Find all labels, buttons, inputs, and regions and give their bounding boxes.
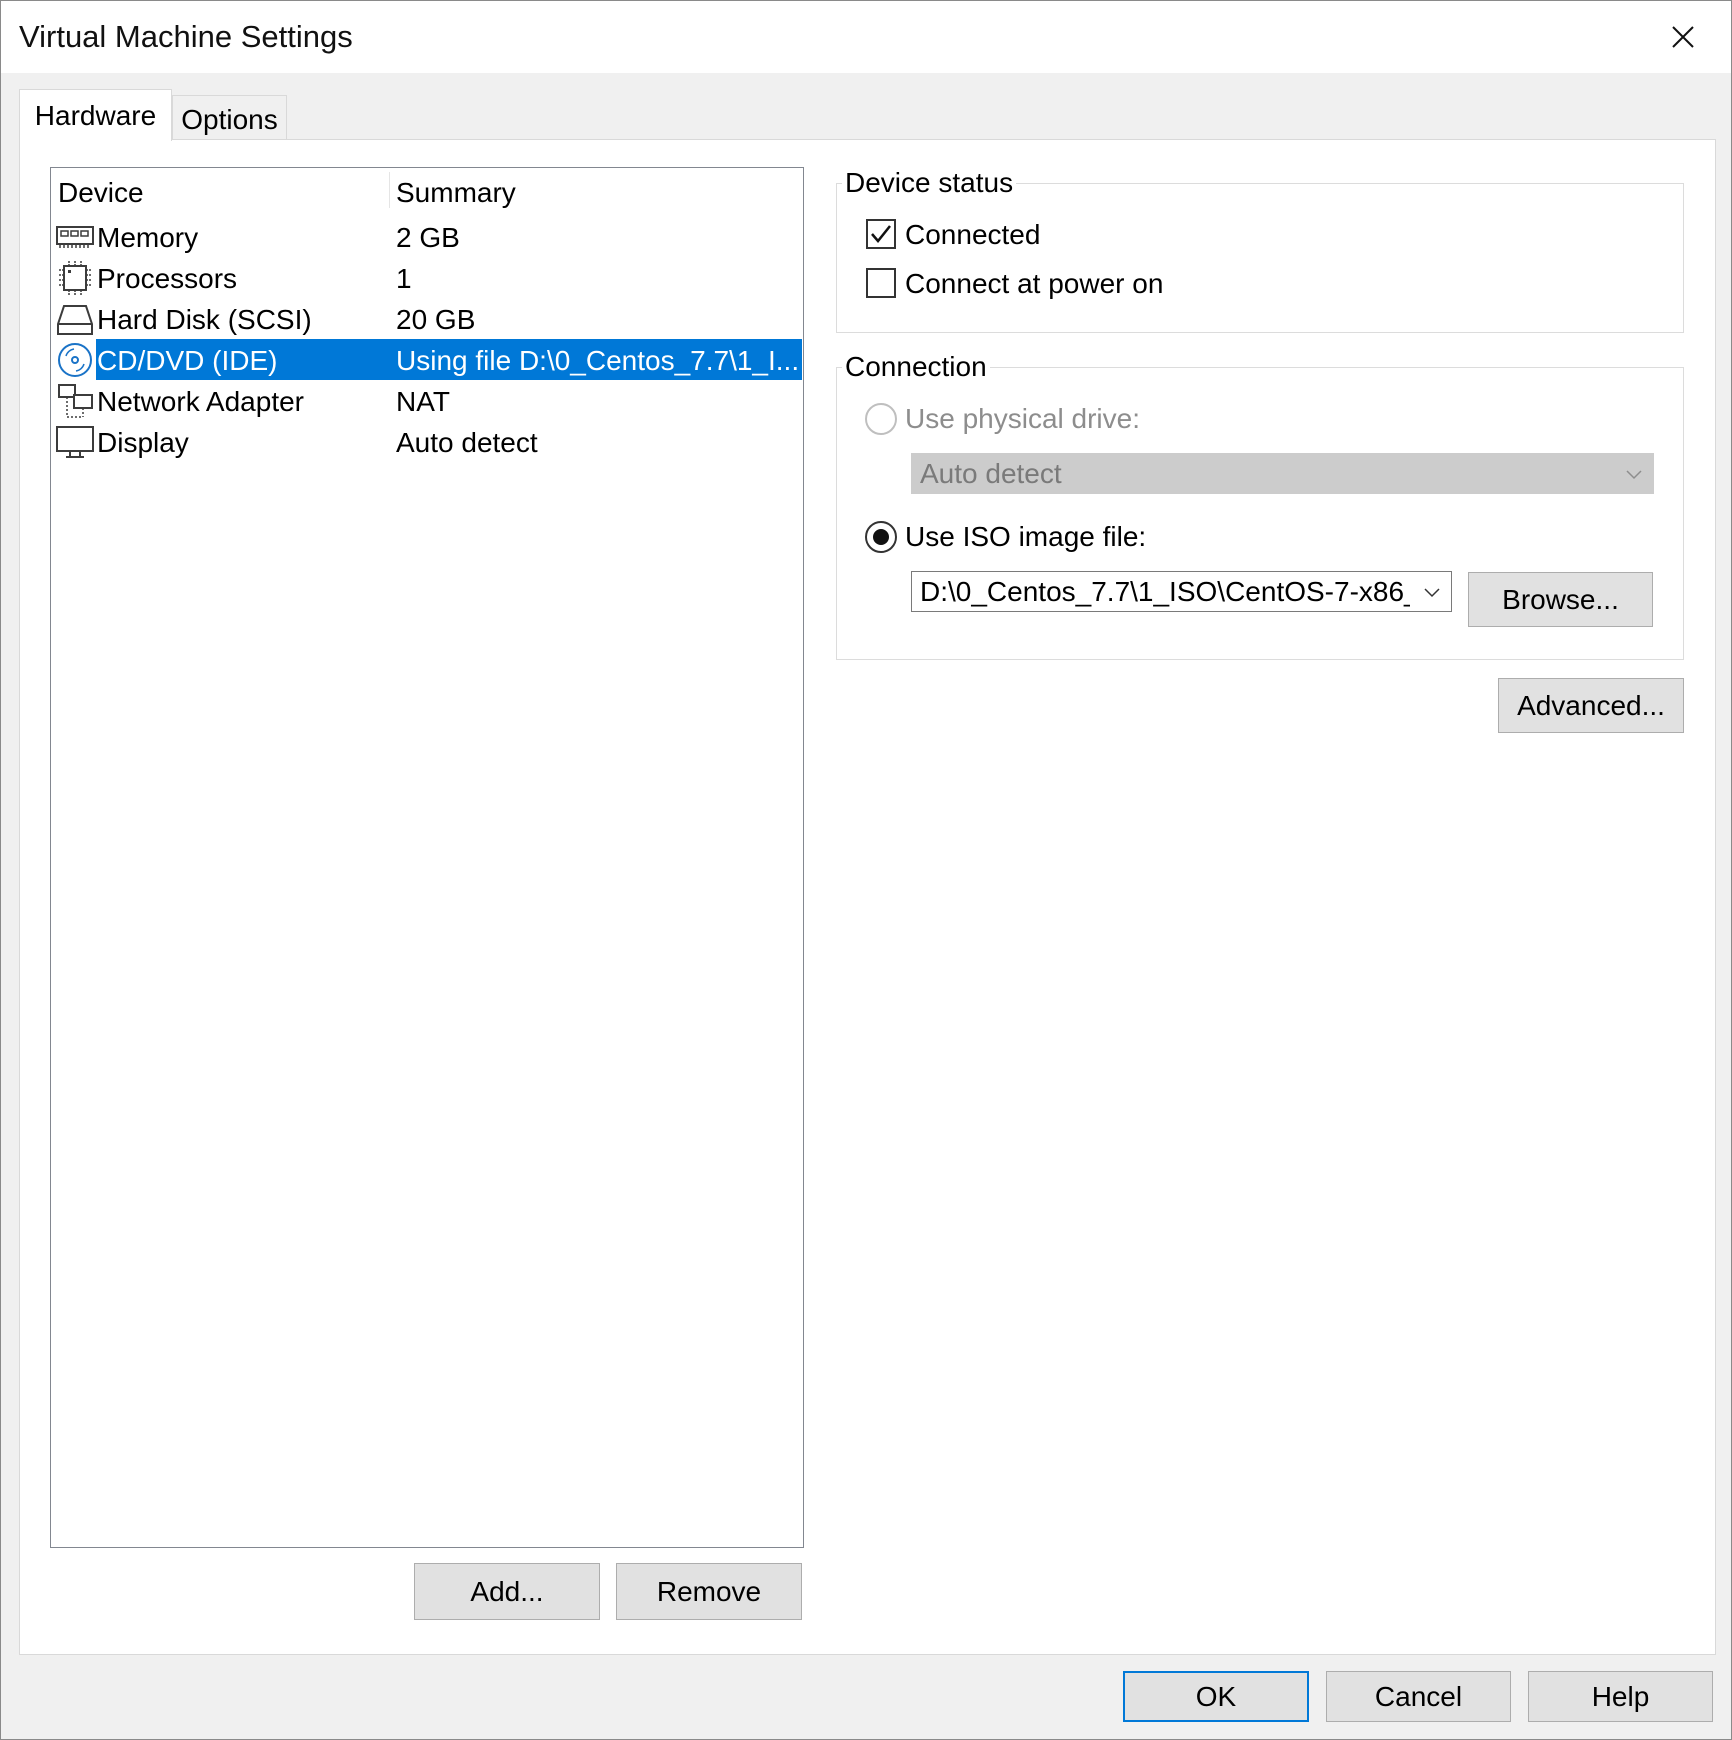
list-header: Device Summary: [51, 168, 803, 210]
device-name: Hard Disk (SCSI): [97, 304, 312, 335]
device-summary: 20 GB: [396, 304, 476, 335]
display-icon: [56, 426, 94, 458]
connection-title: Connection: [842, 351, 990, 383]
advanced-button[interactable]: Advanced...: [1498, 678, 1684, 733]
use-iso-image-radio[interactable]: [865, 521, 897, 553]
column-header-device[interactable]: Device: [58, 177, 144, 209]
help-button[interactable]: Help: [1528, 1671, 1713, 1722]
hard-disk-icon: [57, 305, 93, 335]
close-icon: [1672, 26, 1694, 48]
column-header-summary[interactable]: Summary: [396, 177, 516, 209]
memory-icon: [56, 226, 94, 248]
cd-dvd-icon: [58, 343, 92, 377]
device-row-hard-disk[interactable]: Hard Disk (SCSI) 20 GB: [51, 298, 803, 339]
device-row-display[interactable]: Display Auto detect: [51, 421, 803, 462]
use-iso-image-label[interactable]: Use ISO image file:: [905, 521, 1146, 553]
browse-button[interactable]: Browse...: [1468, 572, 1653, 627]
close-button[interactable]: [1635, 1, 1731, 73]
device-list[interactable]: Device Summary Memory 2 GB Processors 1 …: [50, 167, 804, 1548]
device-name: Display: [97, 427, 189, 458]
chevron-down-icon: [1424, 587, 1440, 597]
device-summary: NAT: [396, 386, 450, 417]
add-button[interactable]: Add...: [414, 1563, 600, 1620]
window-title: Virtual Machine Settings: [19, 19, 353, 54]
cancel-button[interactable]: Cancel: [1326, 1671, 1511, 1722]
device-row-cd-dvd[interactable]: CD/DVD (IDE) Using file D:\0_Centos_7.7\…: [51, 339, 803, 380]
device-row-network-adapter[interactable]: Network Adapter NAT: [51, 380, 803, 421]
device-name: CD/DVD (IDE): [97, 345, 278, 376]
device-name: Network Adapter: [97, 386, 304, 417]
physical-drive-value: Auto detect: [920, 457, 1062, 489]
connected-checkbox[interactable]: [866, 219, 896, 249]
processor-icon: [59, 261, 91, 295]
connected-label[interactable]: Connected: [905, 219, 1040, 251]
device-row-processors[interactable]: Processors 1: [51, 257, 803, 298]
device-summary: Using file D:\0_Centos_7.7\1_I...: [396, 345, 800, 376]
device-summary: 2 GB: [396, 222, 460, 253]
device-name: Processors: [97, 263, 238, 294]
iso-image-path-combo[interactable]: D:\0_Centos_7.7\1_ISO\CentOS-7-x86_6: [911, 571, 1452, 612]
chevron-down-icon: [1626, 469, 1642, 479]
device-status-title: Device status: [842, 167, 1017, 199]
tab-hardware[interactable]: Hardware: [19, 89, 172, 141]
device-name: Memory: [97, 222, 199, 253]
checkmark-icon: [871, 225, 891, 243]
connect-at-power-on-label[interactable]: Connect at power on: [905, 268, 1163, 300]
device-summary: 1: [396, 263, 412, 294]
use-physical-drive-radio[interactable]: [865, 403, 897, 435]
column-separator[interactable]: [389, 172, 390, 208]
connect-at-power-on-checkbox[interactable]: [866, 268, 896, 298]
vm-settings-dialog: Virtual Machine Settings Hardware Option…: [0, 0, 1732, 1740]
physical-drive-select[interactable]: Auto detect: [911, 453, 1654, 494]
device-status-group: [836, 183, 1684, 333]
remove-button[interactable]: Remove: [616, 1563, 802, 1620]
title-bar: Virtual Machine Settings: [1, 1, 1731, 73]
use-physical-drive-label[interactable]: Use physical drive:: [905, 403, 1140, 435]
iso-image-path-value: D:\0_Centos_7.7\1_ISO\CentOS-7-x86_6: [920, 575, 1410, 607]
device-row-memory[interactable]: Memory 2 GB: [51, 216, 803, 257]
ok-button[interactable]: OK: [1123, 1671, 1309, 1722]
network-adapter-icon: [58, 384, 93, 418]
device-summary: Auto detect: [396, 427, 538, 458]
tab-options[interactable]: Options: [172, 95, 287, 139]
